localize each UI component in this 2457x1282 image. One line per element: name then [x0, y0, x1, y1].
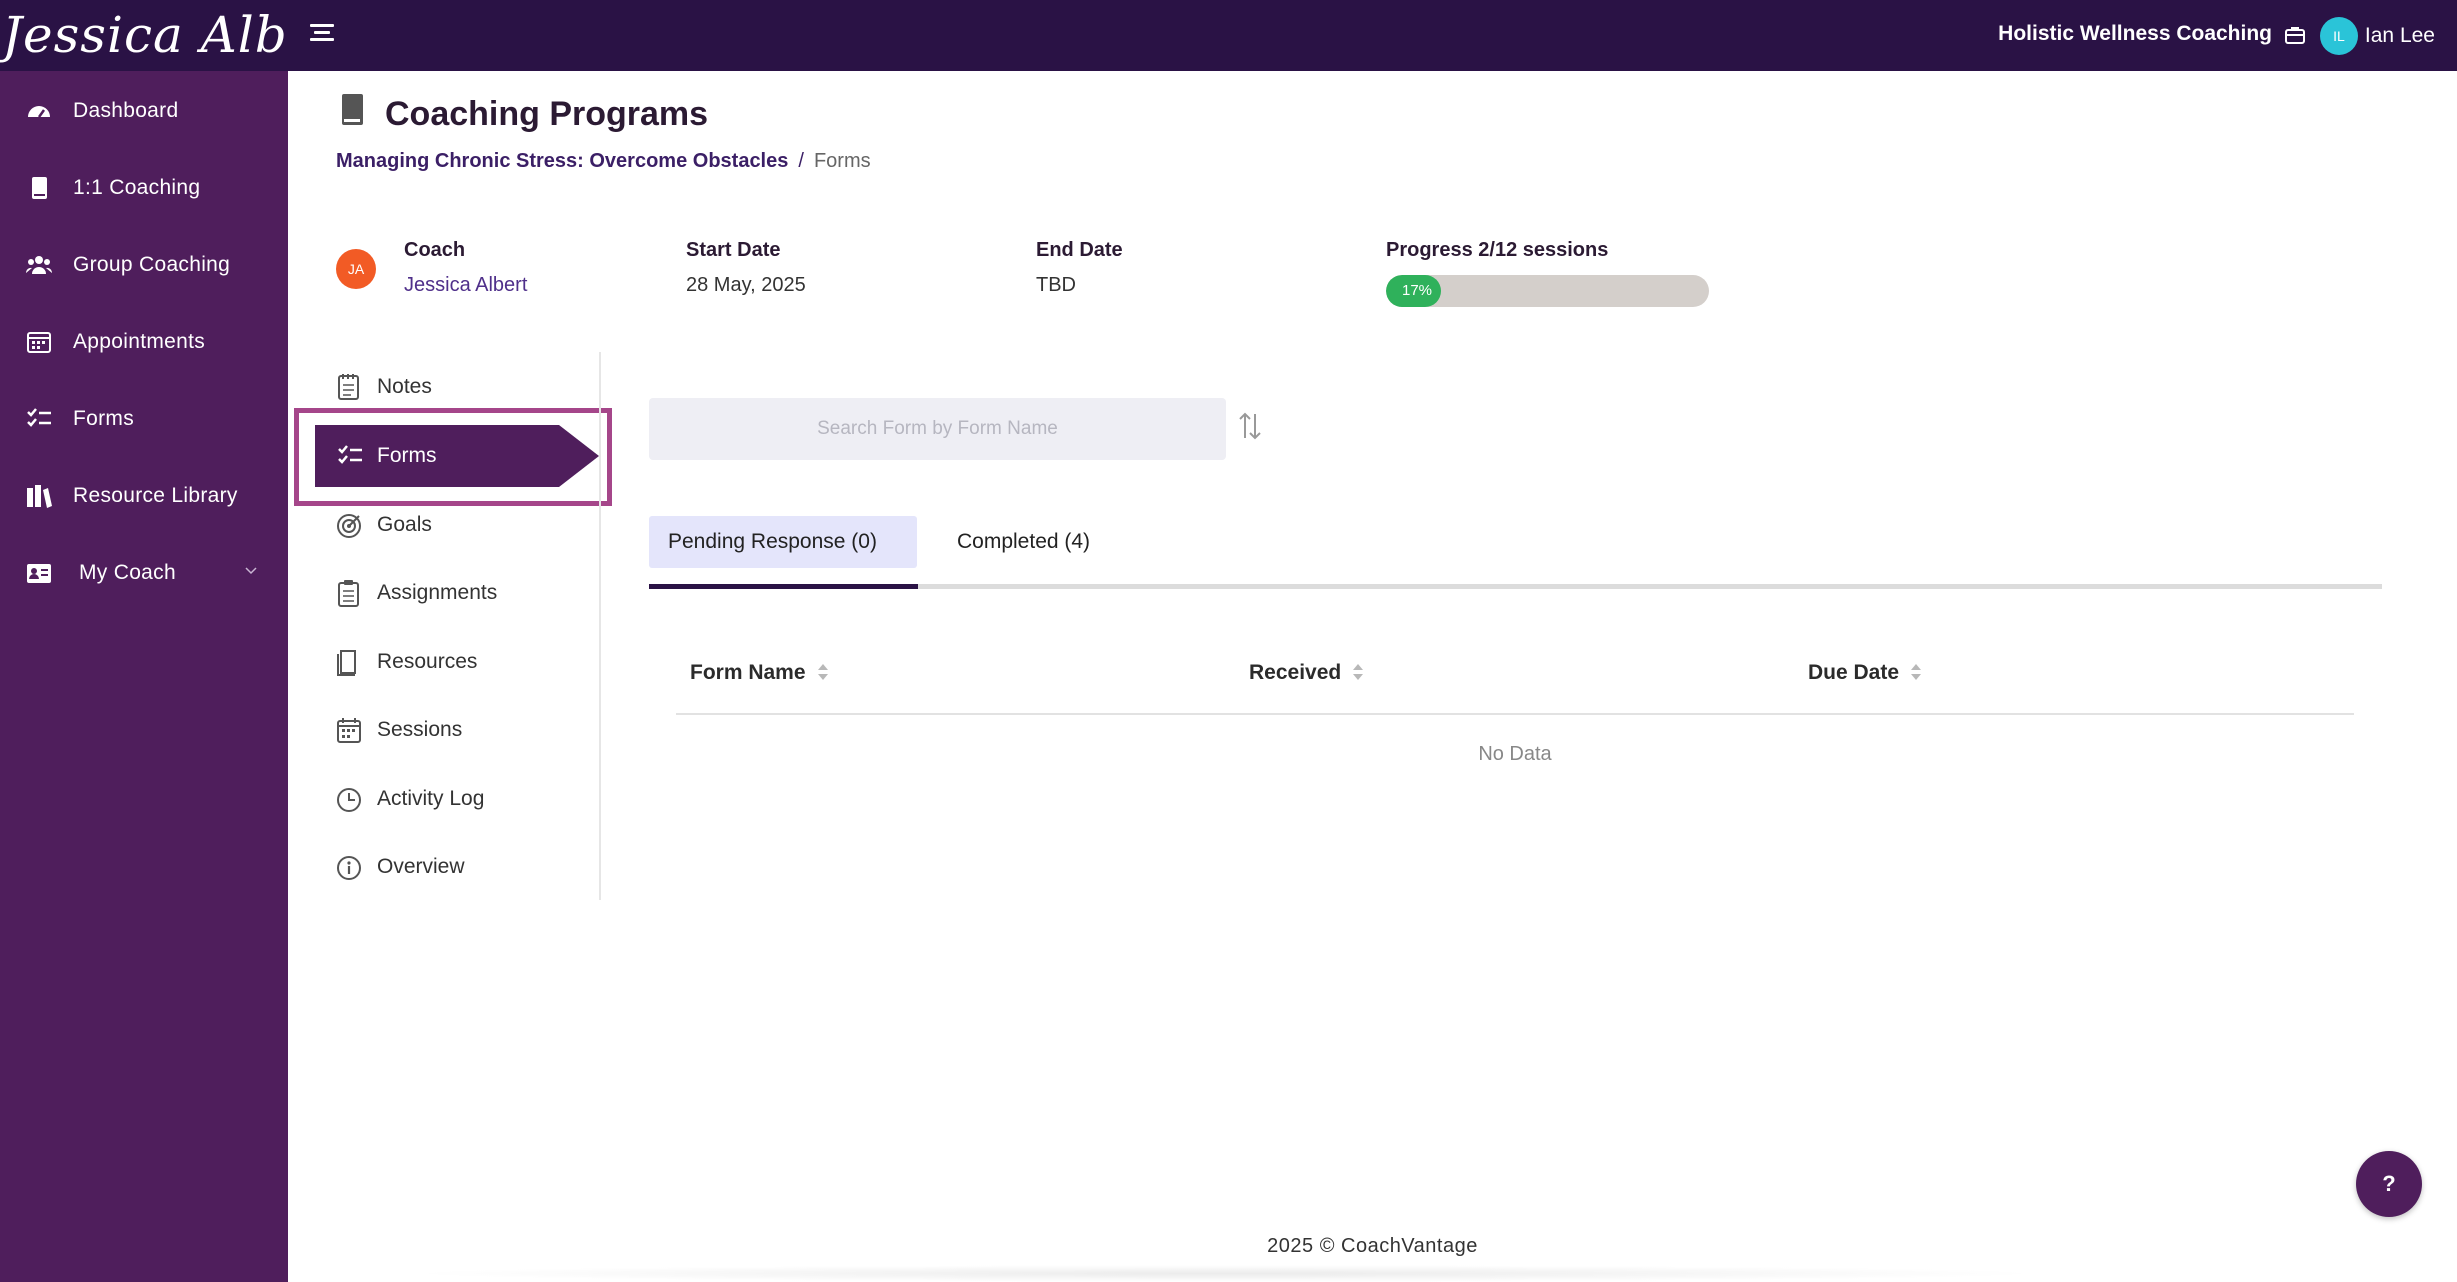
sort-arrows-icon[interactable]	[1351, 662, 1365, 682]
subnav-item-label: Sessions	[377, 718, 463, 741]
subnav-item-label: Assignments	[377, 581, 498, 604]
book-icon	[32, 177, 47, 199]
subnav-item-goals[interactable]: Goals	[336, 505, 596, 545]
footer-copyright: 2025 © CoachVantage	[1267, 1235, 1478, 1257]
clock-icon	[337, 788, 361, 812]
column-header-label: Received	[1249, 661, 1342, 684]
sidebar-item-label: Resource Library	[73, 484, 238, 507]
resources-icon	[337, 650, 356, 676]
subnav-item-forms-content[interactable]: Forms	[315, 425, 599, 487]
footer-shadow	[400, 1265, 2050, 1282]
sidebar-item-label: Group Coaching	[73, 253, 231, 276]
subnav-item-notes[interactable]: Notes	[336, 367, 596, 407]
subnav-item-sessions[interactable]: Sessions	[336, 710, 596, 750]
user-name[interactable]: Ian Lee	[2365, 24, 2435, 48]
sort-icon[interactable]	[1238, 410, 1262, 442]
tab-pending-response[interactable]: Pending Response (0)	[649, 516, 917, 568]
subnav-item-label: Forms	[377, 444, 437, 467]
sort-arrows-icon[interactable]	[1909, 662, 1923, 682]
calendar-icon	[337, 718, 361, 743]
sidebar-item-forms[interactable]: Forms	[0, 394, 288, 444]
column-header-form-name[interactable]: Form Name	[690, 661, 830, 685]
sidebar-item-label: My Coach	[79, 561, 176, 584]
coach-name-link[interactable]: Jessica Albert	[404, 274, 527, 297]
dashboard-icon	[28, 106, 50, 118]
clipboard-icon	[338, 580, 359, 607]
coach-label: Coach	[404, 239, 466, 261]
tab-active-indicator	[649, 584, 918, 589]
chevron-down-icon[interactable]	[244, 564, 258, 578]
subnav-item-overview[interactable]: Overview	[336, 847, 596, 887]
notes-icon	[338, 374, 359, 400]
sidebar: Dashboard 1:1 Coaching Group Coaching Ap…	[0, 71, 288, 1282]
progress-fill: 17%	[1386, 275, 1441, 307]
search-input[interactable]	[649, 398, 1226, 460]
checklist-icon	[338, 445, 362, 464]
subnav-item-label: Overview	[377, 855, 465, 878]
start-date-label: Start Date	[686, 239, 781, 261]
subnav-item-resources[interactable]: Resources	[336, 642, 596, 682]
book-icon	[342, 94, 363, 125]
sidebar-item-label: Forms	[73, 407, 134, 430]
sort-arrows-icon[interactable]	[816, 662, 830, 682]
group-icon	[26, 256, 52, 274]
coach-card-icon	[27, 564, 51, 583]
menu-toggle-icon[interactable]	[310, 24, 334, 48]
briefcase-icon[interactable]	[2284, 25, 2306, 45]
table-header-divider	[676, 713, 2354, 715]
empty-state-text: No Data	[1478, 743, 1552, 765]
subnav-divider	[599, 352, 601, 900]
progress-label: Progress 2/12 sessions	[1386, 239, 1609, 261]
sidebar-item-label: Appointments	[73, 330, 206, 353]
sidebar-item-group-coaching[interactable]: Group Coaching	[0, 240, 288, 290]
column-header-label: Form Name	[690, 661, 806, 684]
page-title: Coaching Programs	[385, 95, 709, 133]
end-date-label: End Date	[1036, 239, 1123, 261]
breadcrumb-current: Forms	[813, 150, 871, 172]
target-icon	[337, 514, 361, 538]
column-header-due-date[interactable]: Due Date	[1808, 661, 1923, 685]
breadcrumb: Managing Chronic Stress: Overcome Obstac…	[336, 150, 871, 173]
library-icon	[27, 485, 52, 508]
info-icon	[337, 856, 361, 880]
help-button[interactable]: ?	[2356, 1151, 2422, 1217]
coach-avatar: JA	[336, 249, 376, 289]
subnav-item-label: Goals	[377, 513, 432, 536]
subnav-item-label: Notes	[377, 375, 432, 398]
subnav-item-label: Resources	[377, 650, 478, 673]
subnav-item-assignments[interactable]: Assignments	[336, 573, 596, 613]
progress-bar: 17%	[1386, 275, 1709, 307]
start-date-value: 28 May, 2025	[686, 274, 806, 296]
sidebar-item-my-coach[interactable]: My Coach	[0, 548, 288, 598]
sidebar-item-label: Dashboard	[73, 99, 179, 122]
subnav-item-activity-log[interactable]: Activity Log	[336, 779, 596, 819]
sidebar-item-label: 1:1 Coaching	[73, 176, 201, 199]
user-avatar[interactable]: IL	[2320, 17, 2358, 55]
breadcrumb-separator: /	[798, 150, 804, 172]
organization-name[interactable]: Holistic Wellness Coaching	[1998, 22, 2272, 46]
calendar-icon	[27, 332, 51, 353]
sidebar-item-resource-library[interactable]: Resource Library	[0, 471, 288, 521]
top-bar: Jessica Albert Holistic Wellness Coachin…	[0, 0, 2457, 71]
breadcrumb-program-link[interactable]: Managing Chronic Stress: Overcome Obstac…	[336, 150, 788, 172]
checklist-icon	[27, 408, 51, 427]
column-header-received[interactable]: Received	[1249, 661, 1365, 685]
end-date-value: TBD	[1036, 274, 1076, 296]
sidebar-item-dashboard[interactable]: Dashboard	[0, 86, 288, 136]
brand-logo[interactable]: Jessica Albert	[0, 0, 288, 71]
sidebar-item-appointments[interactable]: Appointments	[0, 317, 288, 367]
tab-completed[interactable]: Completed (4)	[938, 516, 1109, 568]
column-header-label: Due Date	[1808, 661, 1900, 684]
subnav-item-label: Activity Log	[377, 787, 485, 810]
sidebar-item-1-1-coaching[interactable]: 1:1 Coaching	[0, 163, 288, 213]
